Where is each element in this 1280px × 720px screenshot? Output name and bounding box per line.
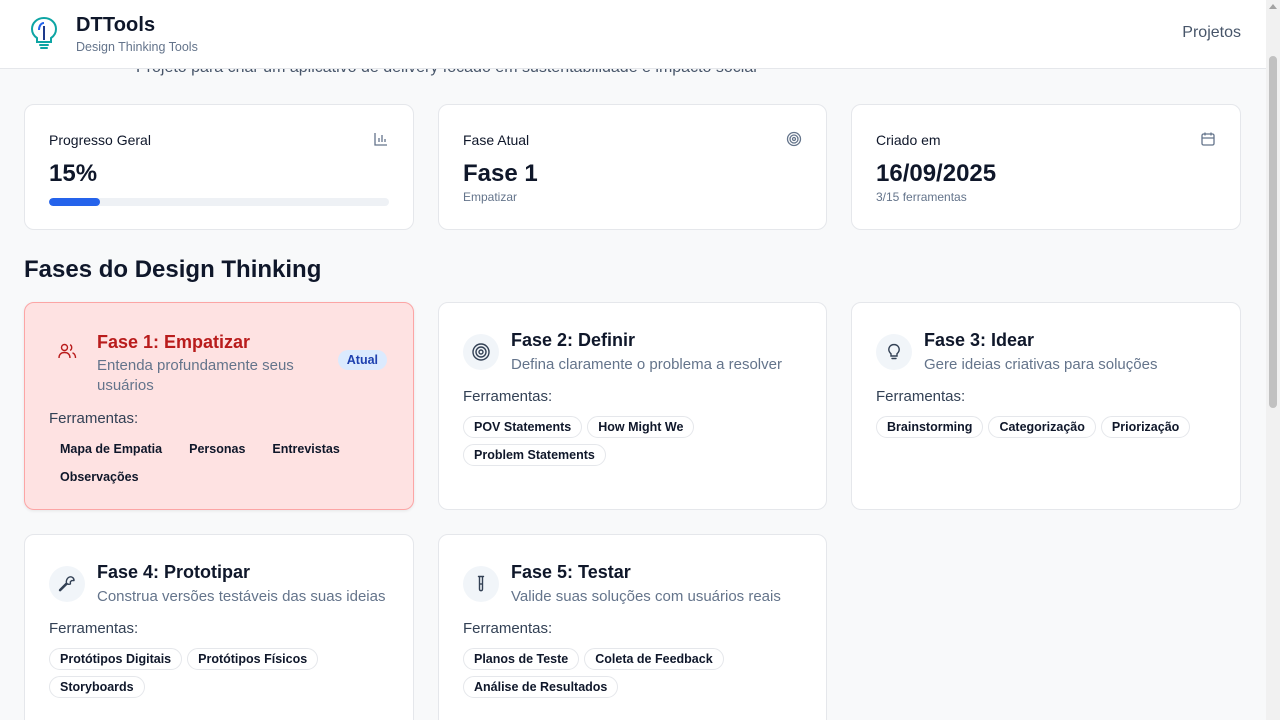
created-sub: 3/15 ferramentas: [876, 190, 967, 204]
phase-description: Entenda profundamente seus usuários: [97, 357, 294, 394]
phase-title: Fase 4: Prototipar: [97, 562, 251, 582]
tools-list: POV Statements How Might We Problem Stat…: [463, 416, 809, 466]
tools-list: Mapa de Empatia Personas Entrevistas Obs…: [49, 438, 395, 488]
lightbulb-logo-icon[interactable]: [30, 16, 58, 52]
scrollbar-thumb[interactable]: [1269, 56, 1277, 408]
brand-subtitle: Design Thinking Tools: [76, 40, 198, 54]
brand-title: DTTools: [76, 14, 156, 36]
tool-chip[interactable]: Mapa de Empatia: [49, 438, 173, 460]
tool-chip[interactable]: Storyboards: [49, 676, 145, 698]
tool-chip[interactable]: Problem Statements: [463, 444, 606, 466]
tool-chip[interactable]: Protótipos Digitais: [49, 648, 183, 670]
phase-card-idear[interactable]: Fase 3: Idear Gere ideias criativas para…: [851, 302, 1241, 510]
page-scrollbar[interactable]: [1266, 0, 1280, 720]
tool-chip[interactable]: Coleta de Feedback: [584, 648, 724, 670]
target-icon: [463, 334, 499, 370]
created-label: Criado em: [876, 132, 941, 148]
tools-list: Planos de Teste Coleta de Feedback Análi…: [463, 648, 809, 698]
current-phase-label: Fase Atual: [463, 132, 530, 148]
phase-card-testar[interactable]: Fase 5: Testar Valide suas soluções com …: [438, 534, 827, 720]
tool-chip[interactable]: Personas: [178, 438, 256, 460]
tools-list: Brainstorming Categorização Priorização: [876, 416, 1222, 438]
app-header: DTTools Design Thinking Tools Projetos: [0, 0, 1280, 69]
progress-card: Progresso Geral 15%: [24, 104, 414, 230]
current-phase-card: Fase Atual Fase 1 Empatizar: [438, 104, 827, 230]
phase-description: Construa versões testáveis das suas idei…: [97, 588, 386, 605]
wrench-icon: [49, 566, 85, 602]
nav-projects-link[interactable]: Projetos: [1182, 24, 1241, 42]
current-badge: Atual: [337, 350, 387, 370]
created-card: Criado em 16/09/2025 3/15 ferramentas: [851, 104, 1241, 230]
tools-label: Ferramentas:: [463, 620, 553, 637]
target-icon: [786, 131, 802, 147]
lightbulb-icon: [876, 334, 912, 370]
users-icon: [49, 333, 85, 369]
calendar-icon: [1201, 132, 1215, 146]
tools-list: Protótipos Digitais Protótipos Físicos S…: [49, 648, 395, 698]
progress-label: Progresso Geral: [49, 132, 151, 148]
tool-chip[interactable]: Entrevistas: [261, 438, 350, 460]
progress-bar: [49, 198, 389, 206]
progress-bar-fill: [49, 198, 100, 206]
phase-description: Defina claramente o problema a resolver: [511, 356, 782, 373]
tool-chip[interactable]: Protótipos Físicos: [187, 648, 319, 670]
tool-chip[interactable]: Categorização: [988, 416, 1096, 438]
tool-chip[interactable]: POV Statements: [463, 416, 583, 438]
tools-label: Ferramentas:: [49, 410, 139, 427]
phase-card-definir[interactable]: Fase 2: Definir Defina claramente o prob…: [438, 302, 827, 510]
phase-card-empatizar[interactable]: Fase 1: Empatizar Entenda profundamente …: [24, 302, 414, 510]
phase-title: Fase 1: Empatizar: [97, 332, 251, 352]
tools-label: Ferramentas:: [463, 388, 553, 405]
brand: DTTools Design Thinking Tools: [76, 14, 198, 54]
tool-chip[interactable]: Planos de Teste: [463, 648, 580, 670]
tools-label: Ferramentas:: [876, 388, 966, 405]
phase-description: Gere ideias criativas para soluções: [924, 356, 1158, 373]
tool-chip[interactable]: Priorização: [1100, 416, 1191, 438]
phase-title: Fase 3: Idear: [924, 330, 1035, 350]
phase-title: Fase 2: Definir: [511, 330, 636, 350]
section-title: Fases do Design Thinking: [24, 256, 322, 283]
bar-chart-icon: [374, 133, 387, 146]
phase-card-prototipar[interactable]: Fase 4: Prototipar Construa versões test…: [24, 534, 414, 720]
current-phase-value: Fase 1: [463, 160, 538, 187]
created-value: 16/09/2025: [876, 160, 997, 187]
current-phase-sub: Empatizar: [463, 190, 518, 204]
scroll-up-arrow-icon[interactable]: [1269, 4, 1277, 9]
phase-description: Valide suas soluções com usuários reais: [511, 588, 781, 605]
tool-chip[interactable]: How Might We: [587, 416, 695, 438]
tools-label: Ferramentas:: [49, 620, 139, 637]
phase-title: Fase 5: Testar: [511, 562, 631, 582]
test-tube-icon: [463, 566, 499, 602]
tool-chip[interactable]: Brainstorming: [876, 416, 984, 438]
tool-chip[interactable]: Observações: [49, 466, 150, 488]
progress-value: 15%: [49, 160, 98, 187]
tool-chip[interactable]: Análise de Resultados: [463, 676, 619, 698]
